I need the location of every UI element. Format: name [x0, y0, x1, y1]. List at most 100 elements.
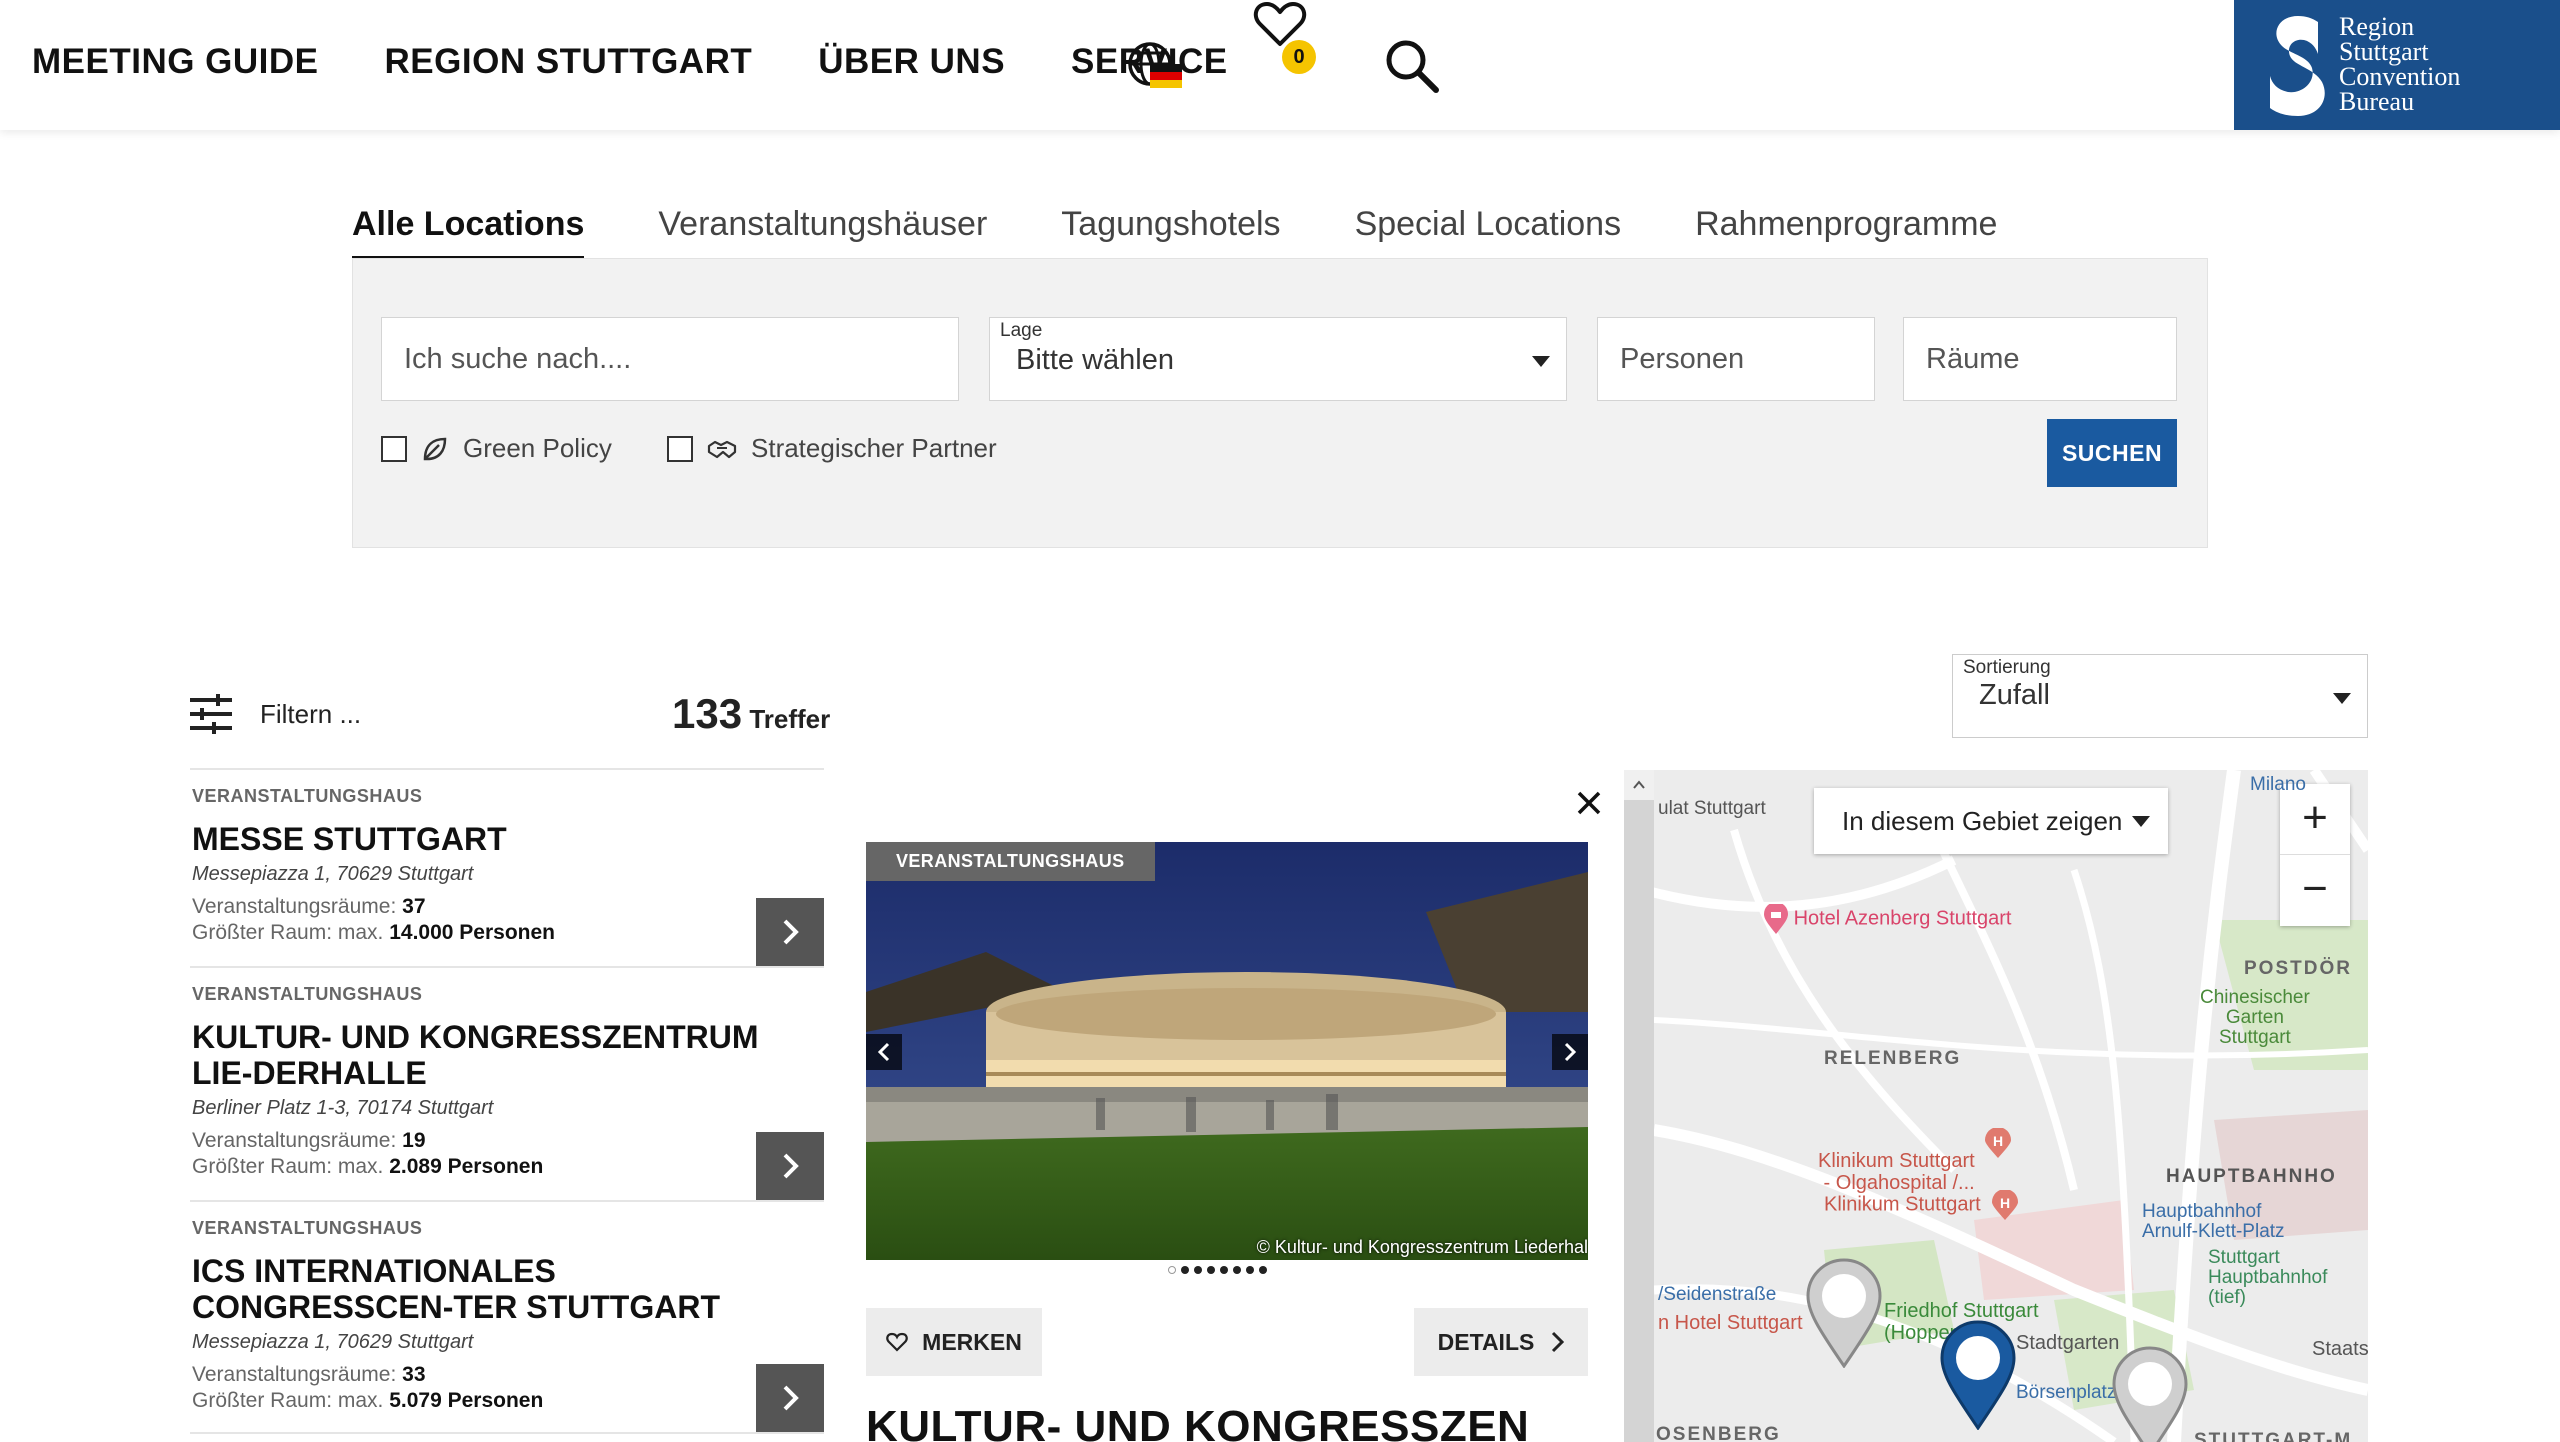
map-label: /Seidenstraße	[1658, 1284, 1777, 1305]
item-title[interactable]: MESSE STUTTGART	[192, 821, 812, 857]
site-header: MEETING GUIDE REGION STUTTGART ÜBER UNS …	[0, 0, 2560, 130]
item-category: VERANSTALTUNGSHAUS	[192, 786, 423, 806]
chevron-right-icon	[783, 1153, 799, 1179]
detail-scrollbar[interactable]	[1624, 770, 1654, 1442]
chevron-right-icon	[1552, 1331, 1565, 1353]
map-poi-hotel[interactable]: Hotel Azenberg Stuttgart	[1764, 902, 2011, 934]
tab-veranstaltungshaeuser[interactable]: Veranstaltungshäuser	[658, 205, 987, 262]
hospital-pin-icon: H	[1984, 1128, 2011, 1158]
location-map[interactable]: In diesem Gebiet zeigen + − ulat Stuttga…	[1654, 770, 2368, 1442]
logo-text: Region Stuttgart Convention Bureau	[2339, 12, 2461, 116]
chevron-right-icon	[783, 919, 799, 945]
details-label: DETAILS	[1437, 1328, 1535, 1355]
logo[interactable]: Region Stuttgart Convention Bureau	[2234, 0, 2560, 130]
details-button[interactable]: DETAILS	[1414, 1308, 1588, 1376]
map-label: HAUPTBAHNHO	[2166, 1166, 2337, 1187]
search-submit-button[interactable]: SUCHEN	[2047, 419, 2177, 487]
pagination-dot[interactable]	[1168, 1266, 1176, 1274]
pagination-dot[interactable]	[1233, 1266, 1241, 1274]
main-nav: MEETING GUIDE REGION STUTTGART ÜBER UNS …	[32, 42, 1228, 82]
lage-select[interactable]: Lage Bitte wählen	[989, 317, 1567, 401]
detail-title: KULTUR- UND KONGRESSZEN	[866, 1402, 1530, 1442]
map-zoom-controls: + −	[2280, 784, 2350, 926]
svg-text:H: H	[1993, 1133, 2003, 1149]
map-label: n Hotel Stuttgart	[1658, 1312, 1803, 1334]
language-globe-icon[interactable]	[1126, 40, 1184, 88]
chevron-down-icon	[2132, 816, 2150, 827]
logo-mark-icon	[2270, 16, 2325, 116]
location-marker-icon[interactable]	[2110, 1346, 2190, 1442]
map-label: POSTDÖR	[2244, 958, 2352, 979]
merken-button[interactable]: MERKEN	[866, 1308, 1042, 1376]
location-list: VERANSTALTUNGSHAUS MESSE STUTTGART Messe…	[190, 768, 824, 1434]
zoom-out-button[interactable]: −	[2280, 854, 2350, 924]
nav-meeting-guide[interactable]: MEETING GUIDE	[32, 42, 319, 82]
strategic-partner-option: Strategischer Partner	[667, 433, 997, 464]
sort-label: Sortierung	[1963, 657, 2051, 678]
search-this-area-button[interactable]: In diesem Gebiet zeigen	[1814, 788, 2168, 854]
favorites-heart-icon[interactable]: 0	[1252, 0, 1322, 80]
pagination-dot[interactable]	[1246, 1266, 1254, 1274]
filter-sliders-icon	[190, 694, 232, 734]
nav-ueber-uns[interactable]: ÜBER UNS	[818, 42, 1005, 82]
sort-value: Zufall	[1979, 679, 2050, 711]
item-address: Messepiazza 1, 70629 Stuttgart	[192, 1331, 474, 1353]
search-icon[interactable]	[1384, 38, 1440, 94]
hospital-pin-icon: H	[1992, 1189, 2019, 1220]
query-input[interactable]	[382, 318, 958, 400]
location-marker-selected-icon[interactable]	[1938, 1320, 2018, 1430]
result-count: 133 Treffer	[672, 690, 830, 738]
leaf-icon	[423, 437, 447, 460]
close-icon[interactable]	[1574, 788, 1604, 818]
query-field	[381, 317, 959, 401]
filter-toggle[interactable]: Filtern ...	[190, 694, 361, 734]
map-label: ulat Stuttgart	[1658, 798, 1766, 819]
green-policy-checkbox[interactable]	[381, 435, 407, 462]
tab-alle-locations[interactable]: Alle Locations	[352, 205, 585, 262]
pagination-dot[interactable]	[1220, 1266, 1228, 1274]
location-marker-icon[interactable]	[1804, 1258, 1884, 1368]
chevron-up-icon	[1633, 780, 1645, 789]
map-label: OSENBERG	[1656, 1424, 1781, 1442]
pagination-dot[interactable]	[1259, 1266, 1267, 1274]
pagination-dot[interactable]	[1194, 1266, 1202, 1274]
list-item: VERANSTALTUNGSHAUS ICS INTERNATIONALES C…	[190, 1200, 824, 1434]
photo-prev-button[interactable]	[866, 1034, 902, 1070]
location-photo: VERANSTALTUNGSHAUS © Kultur- und Kongres…	[866, 842, 1588, 1260]
item-title[interactable]: KULTUR- UND KONGRESSZENTRUM LIE-DERHALLE	[192, 1019, 812, 1091]
filter-label: Filtern ...	[260, 698, 362, 729]
map-label: Staats	[2312, 1338, 2368, 1360]
hotel-pin-icon	[1764, 902, 1788, 934]
photo-copyright: © Kultur- und Kongresszentrum Liederhal	[1256, 1237, 1588, 1257]
search-panel: Lage Bitte wählen Green Policy Strategis…	[352, 258, 2208, 548]
item-open-button[interactable]	[756, 1132, 824, 1200]
photo-next-button[interactable]	[1552, 1034, 1588, 1070]
tab-rahmenprogramme[interactable]: Rahmenprogramme	[1695, 205, 1997, 262]
photo-pagination	[1168, 1266, 1267, 1274]
item-address: Messepiazza 1, 70629 Stuttgart	[192, 863, 474, 885]
item-address: Berliner Platz 1-3, 70174 Stuttgart	[192, 1097, 494, 1119]
chevron-left-icon	[877, 1042, 890, 1062]
sort-select[interactable]: Sortierung Zufall	[1952, 654, 2368, 738]
pagination-dot[interactable]	[1181, 1266, 1189, 1274]
strategic-partner-checkbox[interactable]	[667, 435, 693, 462]
tab-special-locations[interactable]: Special Locations	[1355, 205, 1622, 262]
item-largest-room: Größter Raum: max. 2.089 Personen	[192, 1155, 544, 1178]
item-open-button[interactable]	[756, 898, 824, 966]
merken-label: MERKEN	[922, 1328, 1022, 1355]
scroll-up-button[interactable]	[1624, 770, 1654, 800]
heart-icon	[886, 1332, 908, 1352]
handshake-icon	[707, 440, 737, 458]
pagination-dot[interactable]	[1207, 1266, 1215, 1274]
personen-input[interactable]	[1598, 318, 1874, 400]
tab-tagungshotels[interactable]: Tagungshotels	[1061, 205, 1280, 262]
map-poi-klinikum[interactable]: Klinikum Stuttgart H	[1824, 1189, 2019, 1220]
raeume-input[interactable]	[1904, 318, 2176, 400]
nav-region-stuttgart[interactable]: REGION STUTTGART	[385, 42, 753, 82]
personen-field	[1597, 317, 1875, 401]
green-policy-label: Green Policy	[463, 433, 612, 463]
item-rooms: Veranstaltungsräume: 19	[192, 1129, 426, 1152]
liederhalle-photo-image	[866, 842, 1588, 1260]
item-title[interactable]: ICS INTERNATIONALES CONGRESSCEN-TER STUT…	[192, 1253, 812, 1325]
item-open-button[interactable]	[756, 1364, 824, 1432]
